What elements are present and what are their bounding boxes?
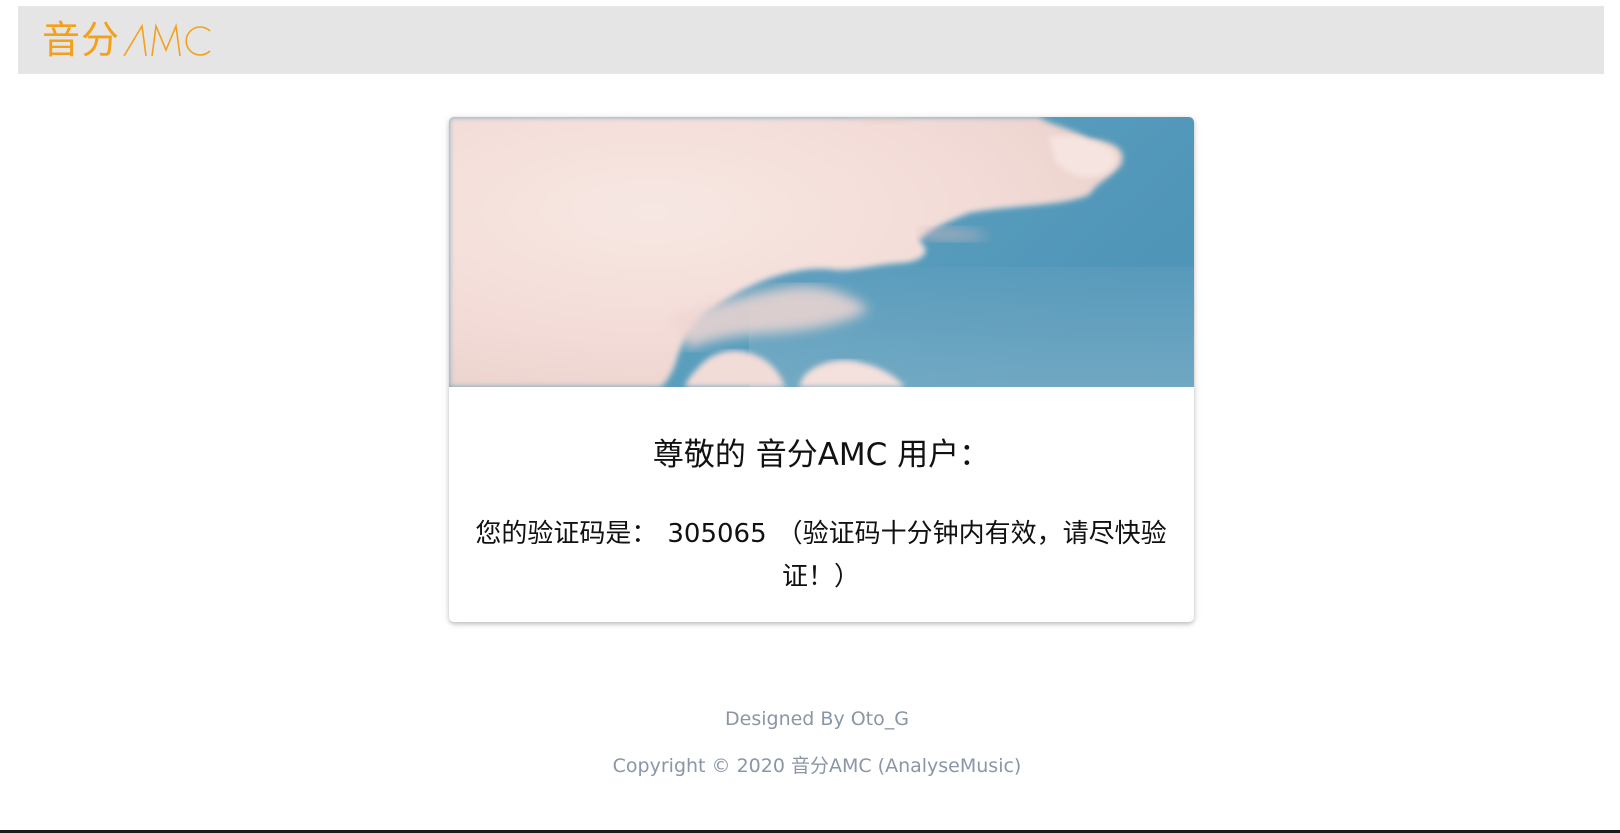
- email-page: 音分 尊敬的 音分AMC 用户： 您的验证码是： 305065 （验证码十分钟内…: [0, 0, 1620, 833]
- greeting-heading: 尊敬的 音分AMC 用户：: [652, 437, 991, 473]
- verification-card: 尊敬的 音分AMC 用户： 您的验证码是： 305065 （验证码十分钟内有效，请尽…: [449, 117, 1194, 622]
- logo-chinese-text: 音分: [42, 18, 121, 62]
- verification-message: 您的验证码是： 305065 （验证码十分钟内有效，请尽快验证！）: [471, 513, 1171, 599]
- footer-designed-by: Designed By Oto_G: [725, 708, 909, 730]
- header-bar: 音分: [18, 6, 1604, 74]
- logo-amc-wordmark: [123, 22, 211, 57]
- message-suffix: （验证码十分钟内有效，请尽快验证！）: [776, 519, 1167, 592]
- brand-logo[interactable]: 音分: [42, 18, 214, 62]
- footer-copyright: Copyright © 2020 音分AMC (AnalyseMusic): [612, 755, 1022, 777]
- verification-code: 305065: [667, 519, 767, 549]
- sky-clouds-image: [449, 117, 1194, 387]
- message-prefix: 您的验证码是：: [475, 519, 658, 549]
